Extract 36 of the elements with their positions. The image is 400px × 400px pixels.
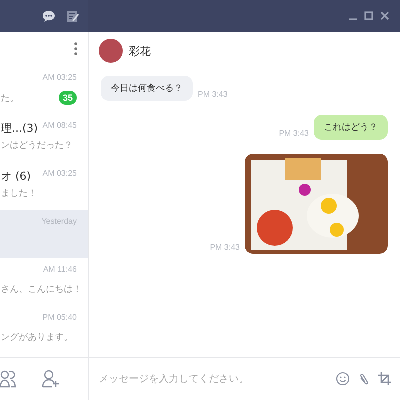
close-icon[interactable]	[380, 11, 390, 21]
chat-preview: ングがあります。	[1, 332, 73, 344]
chat-name: オ (6)	[1, 169, 32, 184]
add-user-icon[interactable]	[42, 370, 60, 388]
contact-name: 彩花	[129, 44, 151, 58]
message-time: PM 3:43	[278, 129, 310, 140]
chat-list-item[interactable]: オ (6) AM 03:25 ました！	[0, 162, 88, 210]
more-options-icon[interactable]	[74, 42, 78, 56]
crop-icon[interactable]	[378, 372, 392, 386]
group-icon[interactable]	[0, 370, 16, 388]
message-time: PM 3:43	[197, 90, 229, 101]
chat-time: AM 11:46	[43, 265, 77, 274]
chat-preview: ンはどうだった？	[1, 140, 73, 152]
chat-bubble-icon[interactable]	[42, 10, 56, 22]
chat-preview: さん、こんにちは！	[1, 284, 82, 296]
chat-list-item[interactable]: AM 03:25 た。 35	[0, 66, 88, 114]
chat-list-item[interactable]: AM 11:46 さん、こんにちは！	[0, 258, 88, 306]
contact-avatar	[99, 39, 123, 63]
chat-time: AM 03:25	[42, 73, 77, 82]
chat-preview: ました！	[1, 188, 37, 200]
chat-name: 理...(3)	[1, 121, 38, 136]
message-bubble: これはどう？	[314, 115, 388, 140]
chat-list-item[interactable]: 理...(3) AM 08:45 ンはどうだった？	[0, 114, 88, 162]
emoji-icon[interactable]	[336, 372, 350, 386]
chat-time: PM 05:40	[42, 313, 77, 322]
note-edit-icon[interactable]	[66, 10, 80, 22]
chat-preview: た。	[1, 92, 19, 104]
chat-time: AM 08:45	[42, 121, 77, 130]
paperclip-icon[interactable]	[358, 372, 370, 386]
message-bubble: 今日は何食べる？	[101, 76, 193, 101]
food-photo[interactable]	[245, 154, 388, 254]
maximize-icon[interactable]	[364, 11, 374, 21]
chat-list-item[interactable]: PM 05:40 ングがあります。	[0, 306, 88, 354]
message-time: PM 3:43	[209, 243, 241, 254]
unread-count: 35	[58, 91, 77, 105]
chat-time: AM 03:25	[42, 169, 77, 178]
